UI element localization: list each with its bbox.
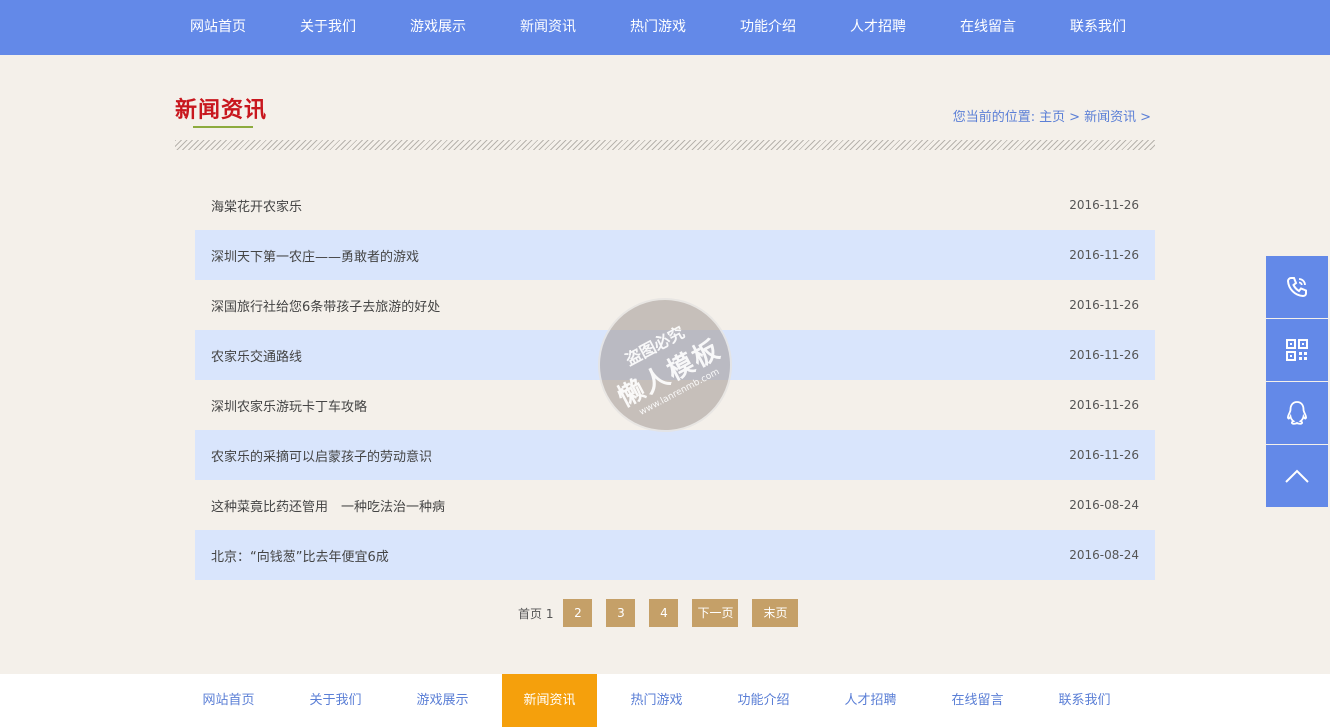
qq-icon [1287, 401, 1307, 425]
pager-first-link[interactable]: 首页 [518, 607, 542, 621]
qrcode-icon [1286, 339, 1308, 361]
chevron-up-icon [1285, 469, 1309, 483]
pager-current-page: 1 [545, 606, 554, 621]
news-list-item[interactable]: 农家乐的采摘可以启蒙孩子的劳动意识 2016-11-26 [195, 430, 1155, 480]
top-nav-about[interactable]: 关于我们 [273, 0, 383, 55]
breadcrumb-prefix: 您当前的位置: [952, 110, 1036, 125]
pager-page-4-button[interactable]: 4 [649, 599, 679, 627]
hatched-divider [175, 140, 1155, 150]
pager-page-2-button[interactable]: 2 [563, 599, 593, 627]
footer-nav-jobs[interactable]: 人才招聘 [817, 674, 924, 727]
news-date: 2016-11-26 [1069, 198, 1139, 212]
breadcrumb-current-link[interactable]: 新闻资讯 [1084, 110, 1136, 125]
page-title: 新闻资讯 [175, 98, 268, 123]
news-title-link[interactable]: 深国旅行社给您6条带孩子去旅游的好处 [211, 296, 440, 315]
news-date: 2016-08-24 [1069, 498, 1139, 512]
footer-nav-list: 网站首页 关于我们 游戏展示 新闻资讯 热门游戏 功能介绍 人才招聘 在线留言 … [175, 674, 1138, 727]
breadcrumb: 您当前的位置: 主页 > 新闻资讯 > [953, 106, 1155, 125]
news-title-link[interactable]: 这种菜竟比药还管用 一种吃法治一种病 [211, 496, 445, 515]
footer-nav-contact[interactable]: 联系我们 [1031, 674, 1138, 727]
footer-nav-home[interactable]: 网站首页 [175, 674, 282, 727]
news-list-item[interactable]: 海棠花开农家乐 2016-11-26 [195, 180, 1155, 230]
top-nav-jobs[interactable]: 人才招聘 [823, 0, 933, 55]
top-nav-features[interactable]: 功能介绍 [713, 0, 823, 55]
footer-nav-features[interactable]: 功能介绍 [710, 674, 817, 727]
news-title-link[interactable]: 农家乐的采摘可以启蒙孩子的劳动意识 [211, 446, 432, 465]
breadcrumb-home-link[interactable]: 主页 [1039, 110, 1065, 125]
side-toolbar [1266, 256, 1328, 508]
back-to-top-button[interactable] [1266, 445, 1328, 507]
qq-button[interactable] [1266, 382, 1328, 444]
news-date: 2016-11-26 [1069, 248, 1139, 262]
pager-next-button[interactable]: 下一页 [692, 599, 739, 627]
phone-button[interactable] [1266, 256, 1328, 318]
news-title-link[interactable]: 深圳农家乐游玩卡丁车攻略 [211, 396, 367, 415]
top-nav-hot-games[interactable]: 热门游戏 [603, 0, 713, 55]
pager-first-and-current[interactable]: 首页 1 [518, 605, 553, 622]
top-nav-list: 网站首页 关于我们 游戏展示 新闻资讯 热门游戏 功能介绍 人才招聘 在线留言 … [163, 0, 1153, 55]
top-nav-news[interactable]: 新闻资讯 [493, 0, 603, 55]
news-title-link[interactable]: 农家乐交通路线 [211, 346, 302, 365]
phone-icon [1286, 277, 1307, 298]
qrcode-button[interactable] [1266, 319, 1328, 381]
news-title-link[interactable]: 深圳天下第一农庄——勇敢者的游戏 [211, 246, 419, 265]
top-nav-home[interactable]: 网站首页 [163, 0, 273, 55]
news-list-item[interactable]: 北京：“向钱葱”比去年便宜6成 2016-08-24 [195, 530, 1155, 580]
top-nav-games-showcase[interactable]: 游戏展示 [383, 0, 493, 55]
footer-navigation: 网站首页 关于我们 游戏展示 新闻资讯 热门游戏 功能介绍 人才招聘 在线留言 … [0, 674, 1330, 727]
news-list-item[interactable]: 这种菜竟比药还管用 一种吃法治一种病 2016-08-24 [195, 480, 1155, 530]
pagination: 首页 1 2 3 4 下一页 末页 [518, 599, 812, 627]
pager-last-button[interactable]: 末页 [752, 599, 799, 627]
footer-nav-about[interactable]: 关于我们 [282, 674, 389, 727]
news-date: 2016-11-26 [1069, 348, 1139, 362]
footer-nav-message[interactable]: 在线留言 [924, 674, 1031, 727]
top-nav-contact[interactable]: 联系我们 [1043, 0, 1153, 55]
breadcrumb-separator: > [1069, 110, 1081, 125]
top-navigation: 网站首页 关于我们 游戏展示 新闻资讯 热门游戏 功能介绍 人才招聘 在线留言 … [0, 0, 1330, 55]
news-title-link[interactable]: 海棠花开农家乐 [211, 196, 302, 215]
title-underline [193, 126, 253, 128]
footer-nav-news-active[interactable]: 新闻资讯 [502, 674, 597, 727]
news-date: 2016-11-26 [1069, 298, 1139, 312]
news-title-link[interactable]: 北京：“向钱葱”比去年便宜6成 [211, 546, 389, 565]
footer-nav-hot-games[interactable]: 热门游戏 [603, 674, 710, 727]
news-date: 2016-08-24 [1069, 548, 1139, 562]
news-date: 2016-11-26 [1069, 448, 1139, 462]
news-date: 2016-11-26 [1069, 398, 1139, 412]
footer-nav-games-showcase[interactable]: 游戏展示 [389, 674, 496, 727]
pager-page-3-button[interactable]: 3 [606, 599, 636, 627]
top-nav-message[interactable]: 在线留言 [933, 0, 1043, 55]
breadcrumb-separator: > [1140, 110, 1151, 125]
news-list-item[interactable]: 深圳天下第一农庄——勇敢者的游戏 2016-11-26 [195, 230, 1155, 280]
